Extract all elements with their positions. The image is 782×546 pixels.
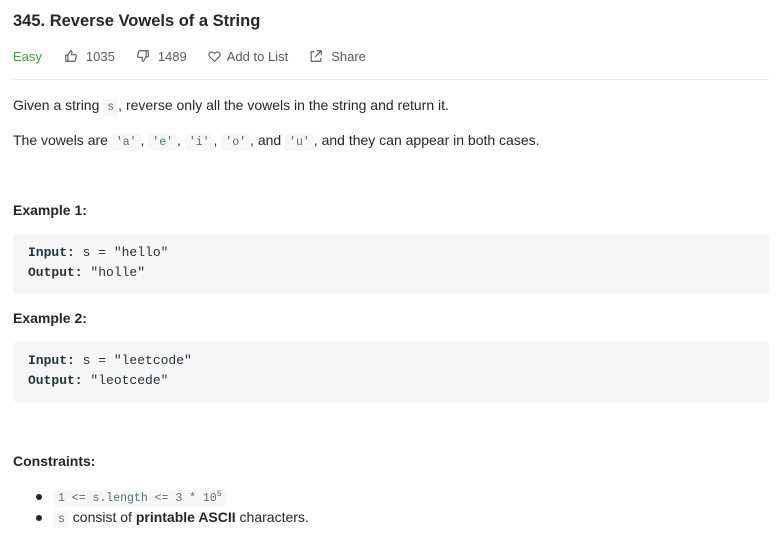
constraint-bold-text: printable ASCII <box>135 509 236 525</box>
inline-code-vowel: 'a' <box>111 134 141 151</box>
input-value: s = "leetcode" <box>74 353 192 368</box>
share-icon <box>310 50 323 62</box>
example-2-input: Input: s = "leetcode" <box>28 353 192 368</box>
description-text: The vowels are <box>13 132 112 148</box>
inline-code-vowel: 'o' <box>221 134 251 151</box>
difficulty-label: Easy <box>13 48 42 64</box>
dislike-count: 1489 <box>157 48 187 64</box>
thumbs-up-icon <box>65 50 77 62</box>
description-paragraph-2: The vowels are 'a', 'e', 'i', 'o', and '… <box>13 130 540 153</box>
output-value: "holle" <box>82 265 146 280</box>
constraint-text: characters. <box>235 509 309 525</box>
example-2-output: Output: "leotcede" <box>28 373 168 388</box>
exponent: 5 <box>216 490 222 500</box>
constraint-code-length: 1 <= s.length <= 3 * 105 <box>54 490 226 507</box>
problem-page: 345. Reverse Vowels of a String Easy 103… <box>0 0 782 546</box>
output-label: Output: <box>28 265 83 280</box>
example-1-heading: Example 1: <box>13 202 87 218</box>
inline-code-vowel: 'e' <box>148 134 178 151</box>
description-text: , and they can appear in both cases. <box>313 132 540 148</box>
description-paragraph-1: Given a string s, reverse only all the v… <box>13 95 449 118</box>
like-count: 1035 <box>85 48 115 64</box>
description-text: Given a string <box>13 97 104 113</box>
problem-title: 345. Reverse Vowels of a String <box>13 12 261 30</box>
example-2-block: Input: s = "leetcode" Output: "leotcede" <box>13 342 769 402</box>
share-label: Share <box>331 48 366 64</box>
thumbs-down-icon <box>136 50 149 62</box>
input-label: Input: <box>28 353 75 368</box>
inline-code-s: s <box>103 99 119 116</box>
inline-code-vowel: 'i' <box>184 134 214 151</box>
constraints-heading: Constraints: <box>13 453 96 469</box>
dislike-button[interactable]: 1489 <box>136 49 187 64</box>
inline-code-vowel: 'u' <box>285 134 314 151</box>
constraint-code-s: s <box>54 511 69 528</box>
input-label: Input: <box>28 245 75 260</box>
input-value: s = "hello" <box>74 245 169 260</box>
example-1-block: Input: s = "hello" Output: "holle" <box>13 234 769 294</box>
add-to-list-button[interactable]: Add to List <box>208 49 288 64</box>
constraint-text: consist of <box>68 509 136 525</box>
output-value: "leotcede" <box>82 373 169 388</box>
separator-text: , <box>177 132 185 148</box>
example-1-output: Output: "holle" <box>28 265 145 280</box>
constraint-code-text: 1 <= s.length <= 3 * 10 <box>58 492 217 505</box>
add-to-list-label: Add to List <box>226 48 289 64</box>
heart-icon <box>208 50 221 62</box>
description-text: , reverse only all the vowels in the str… <box>118 97 449 113</box>
problem-meta-bar: Easy 1035 1489 Add to List Share <box>13 47 387 65</box>
separator-text: , and <box>250 132 286 148</box>
example-2-heading: Example 2: <box>13 310 87 326</box>
output-label: Output: <box>28 373 83 388</box>
like-button[interactable]: 1035 <box>64 49 115 64</box>
example-1-input: Input: s = "hello" <box>28 245 168 260</box>
share-button[interactable]: Share <box>309 49 366 64</box>
header-divider <box>13 79 769 80</box>
